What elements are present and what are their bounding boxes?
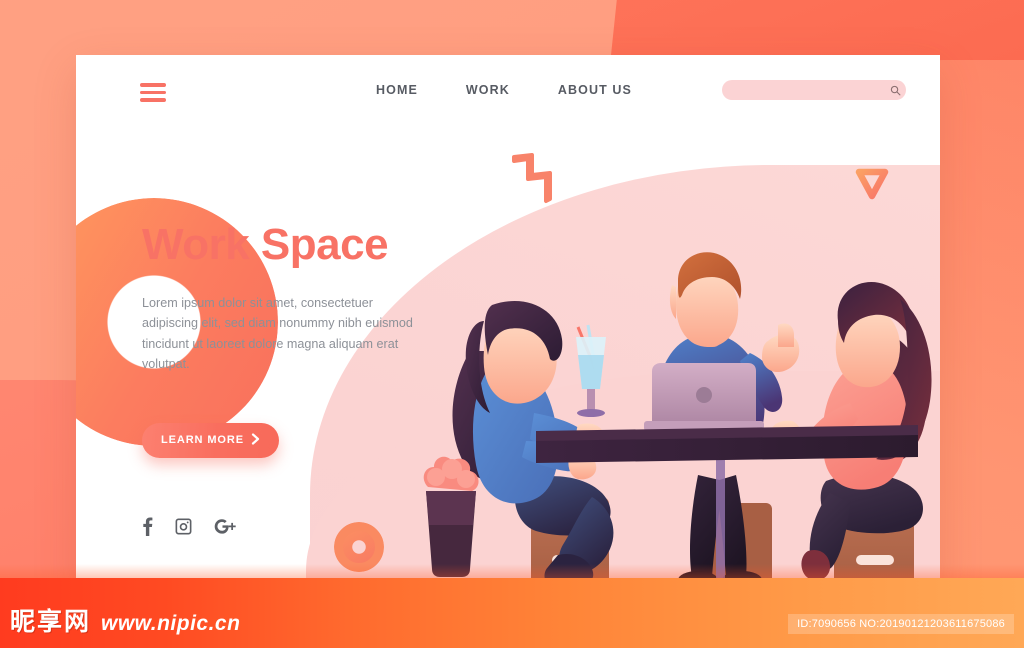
top-navigation-bar: HOME WORK ABOUT US <box>76 55 940 130</box>
site-name-cn: 昵享网 <box>10 609 92 636</box>
hamburger-bar <box>140 90 166 94</box>
site-watermark: 昵享网 www.nipic.cn <box>10 602 240 638</box>
table <box>536 425 918 463</box>
cocktail-glass <box>576 324 606 417</box>
three-people-at-table <box>406 225 936 591</box>
nav-links: HOME WORK ABOUT US <box>376 83 632 97</box>
hamburger-bar <box>140 83 166 87</box>
hamburger-bar <box>140 98 166 102</box>
site-url: www.nipic.cn <box>101 612 241 635</box>
chevron-right-icon <box>251 432 260 448</box>
search-box[interactable] <box>722 80 906 100</box>
hamburger-icon[interactable] <box>140 83 166 106</box>
nav-item-about-us[interactable]: ABOUT US <box>558 83 632 97</box>
screenshot-stage: HOME WORK ABOUT US Work Space Lorem ipsu… <box>0 0 1024 648</box>
nav-item-home[interactable]: HOME <box>376 83 418 97</box>
facebook-icon[interactable] <box>142 516 153 536</box>
zigzag-shape <box>512 149 558 212</box>
image-id-watermark: ID:7090656 NO:20190121203611675086 <box>788 614 1014 634</box>
learn-more-label: LEARN MORE <box>161 434 244 447</box>
learn-more-button[interactable]: LEARN MORE <box>142 422 279 458</box>
search-icon[interactable] <box>884 80 906 100</box>
hero-paragraph: Lorem ipsum dolor sit amet, consectetuer… <box>142 296 413 372</box>
google-plus-icon[interactable] <box>214 517 238 535</box>
instagram-icon[interactable] <box>175 518 192 535</box>
landing-page-card: HOME WORK ABOUT US Work Space Lorem ipsu… <box>76 55 940 591</box>
social-links <box>142 516 238 536</box>
potted-plant <box>423 456 479 577</box>
nav-item-work[interactable]: WORK <box>466 83 510 97</box>
man-center <box>644 252 800 589</box>
triangle-outline-shape <box>854 167 890 206</box>
search-input[interactable] <box>722 80 884 100</box>
